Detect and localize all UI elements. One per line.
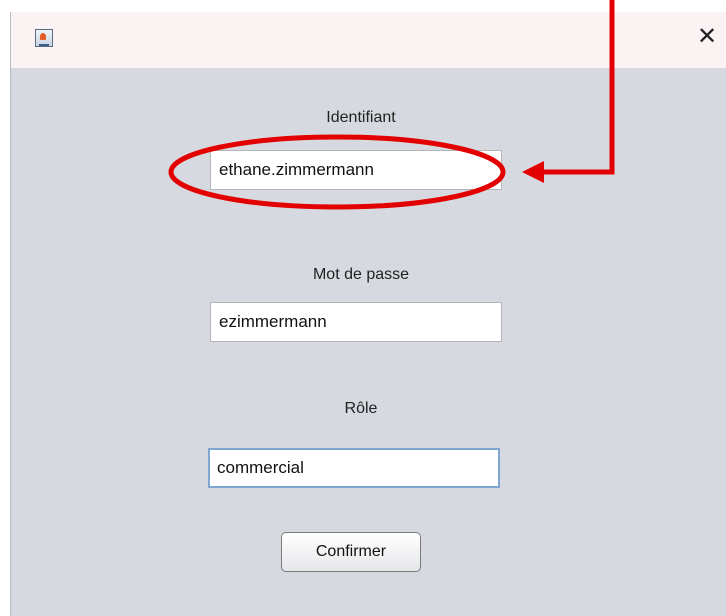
password-label: Mot de passe — [312, 266, 410, 283]
identifiant-field[interactable] — [210, 150, 502, 190]
role-field[interactable] — [208, 448, 500, 488]
close-button[interactable]: ✕ — [693, 22, 721, 50]
screenshot-stage: ✕ Identifiant Mot de passe Rôle Confirme… — [0, 0, 726, 616]
confirm-button[interactable]: Confirmer — [281, 532, 421, 572]
login-dialog-window: ✕ Identifiant Mot de passe Rôle Confirme… — [10, 12, 726, 616]
title-bar: ✕ — [11, 12, 726, 68]
password-field[interactable] — [210, 302, 502, 342]
java-cup-icon — [35, 29, 53, 47]
identifiant-label: Identifiant — [326, 109, 396, 126]
role-label: Rôle — [344, 400, 378, 417]
